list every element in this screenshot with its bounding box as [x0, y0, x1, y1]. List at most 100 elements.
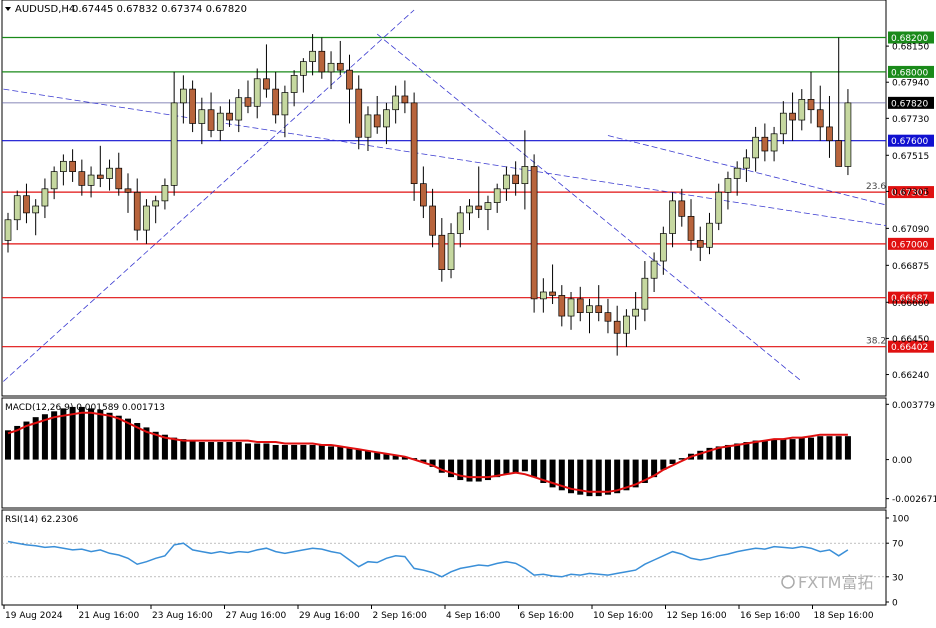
candle-body-28	[263, 78, 270, 90]
macd-bar-20	[189, 440, 196, 460]
macd-bar-51	[475, 459, 482, 482]
macd-bar-33	[309, 444, 316, 460]
candle-body-70	[650, 260, 658, 279]
candle-body-15	[143, 205, 150, 231]
candles-layer	[4, 34, 852, 356]
candle-body-10	[96, 174, 104, 179]
candle-body-44	[410, 102, 418, 185]
rsi-layer: 100 70 30 0	[2, 515, 909, 609]
price-tick-label-2: 0.67730	[892, 115, 929, 125]
level-tag-text-5: 0.67000	[891, 240, 928, 250]
time-tick-label-1: 21 Aug 16:00	[79, 611, 140, 621]
macd-bar-84	[780, 439, 787, 460]
candle-body-22	[207, 109, 215, 131]
ohlc-label: 0.67445 0.67832 0.67374 0.67820	[72, 4, 247, 15]
candle-body-11	[106, 167, 113, 179]
candle-body-81	[752, 136, 759, 159]
candle-body-52	[484, 202, 492, 210]
candle-body-6	[60, 160, 67, 172]
candle-body-42	[392, 95, 400, 111]
candle-body-73	[678, 200, 686, 217]
macd-bar-30	[281, 444, 288, 460]
candle-body-40	[373, 114, 381, 128]
macd-tick-label-2: -0.002671	[892, 495, 936, 505]
candle-body-53	[493, 188, 501, 203]
candle-body-46	[429, 205, 436, 236]
levels-layer: 0.682000.680000.678200.676000.673010.670…	[2, 31, 934, 353]
trend-line-1	[3, 88, 886, 226]
candle-body-13	[124, 188, 132, 193]
candle-body-14	[133, 191, 141, 231]
candle-body-32	[300, 61, 307, 76]
time-tick-label-0: 19 Aug 2024	[5, 611, 63, 621]
price-tick-label-8: 0.66450	[892, 335, 929, 345]
candle-body-25	[235, 97, 243, 121]
chart-window[interactable]: AUDUSD,H4 0.67445 0.67832 0.67374 0.6782…	[0, 0, 936, 624]
candle-body-31	[290, 74, 298, 93]
candle-body-1	[13, 195, 21, 221]
watermark-text: FXTM富拓	[798, 573, 873, 592]
candle-body-9	[87, 174, 95, 186]
price-tick-label-3: 0.67515	[892, 152, 929, 162]
macd-tick-label-0: 0.003779	[892, 401, 935, 411]
macd-bar-25	[235, 442, 242, 460]
macd-layer: 0.003779 0.00 -0.002671	[5, 401, 936, 505]
fxtm-watermark: FXTM富拓	[781, 573, 873, 592]
macd-bar-86	[798, 437, 805, 460]
candle-body-76	[706, 222, 713, 248]
time-tick-label-8: 10 Sep 16:00	[593, 611, 653, 621]
candle-body-16	[152, 200, 160, 207]
macd-bar-87	[808, 437, 815, 460]
macd-bar-27	[254, 443, 261, 460]
candle-body-88	[816, 109, 824, 128]
macd-bar-34	[318, 444, 325, 460]
macd-bar-21	[198, 442, 205, 460]
macd-bar-28	[263, 443, 270, 460]
price-tick-label-6: 0.66875	[892, 262, 929, 272]
candle-body-58	[539, 291, 547, 300]
candle-body-33	[309, 50, 316, 62]
rsi-panel-frame	[1, 509, 887, 606]
level-tag-text-1: 0.68000	[891, 68, 928, 78]
time-tick-label-11: 18 Sep 16:00	[814, 611, 874, 621]
candle-body-27	[253, 78, 261, 107]
macd-bar-22	[208, 442, 215, 460]
rsi-tick-label-2: 30	[892, 573, 904, 583]
time-tick-label-6: 4 Sep 16:00	[446, 611, 501, 621]
candle-body-21	[198, 109, 206, 124]
macd-bar-37	[346, 447, 353, 460]
rsi-label: RSI(14) 62.2306	[5, 515, 78, 525]
candle-body-62	[576, 298, 584, 313]
candle-body-75	[696, 240, 704, 248]
collapse-triangle-icon[interactable]	[5, 7, 11, 11]
candle-body-55	[512, 174, 520, 185]
level-tag-text-3: 0.67600	[891, 137, 928, 147]
rsi-tick-label-1: 70	[892, 540, 904, 550]
candle-body-51	[475, 205, 483, 210]
candle-body-12	[115, 167, 123, 190]
candle-body-43	[401, 95, 409, 104]
chart-canvas[interactable]: AUDUSD,H4 0.67445 0.67832 0.67374 0.6782…	[0, 0, 936, 624]
candle-body-74	[687, 215, 695, 241]
candle-body-60	[558, 295, 566, 317]
rsi-tick-label-3: 0	[892, 599, 898, 609]
candle-body-63	[586, 305, 593, 313]
macd-bar-31	[291, 444, 298, 460]
macd-signal-line	[7, 411, 848, 493]
trend-line-0	[3, 9, 415, 382]
macd-bar-88	[817, 436, 824, 460]
fxtm-logo-icon	[781, 575, 795, 589]
price-tick-label-1: 0.67940	[892, 79, 929, 89]
candle-body-90	[835, 140, 843, 167]
candle-body-65	[604, 312, 612, 322]
macd-bar-10	[97, 409, 104, 460]
macd-bar-64	[595, 459, 602, 497]
candle-body-71	[659, 233, 667, 262]
candle-body-37	[346, 69, 353, 90]
macd-bar-11	[106, 412, 113, 460]
macd-bar-55	[512, 459, 519, 473]
macd-bar-91	[844, 436, 851, 460]
candle-body-78	[724, 178, 732, 193]
symbol-label: AUDUSD,H4	[15, 4, 75, 15]
candle-body-67	[623, 315, 630, 334]
